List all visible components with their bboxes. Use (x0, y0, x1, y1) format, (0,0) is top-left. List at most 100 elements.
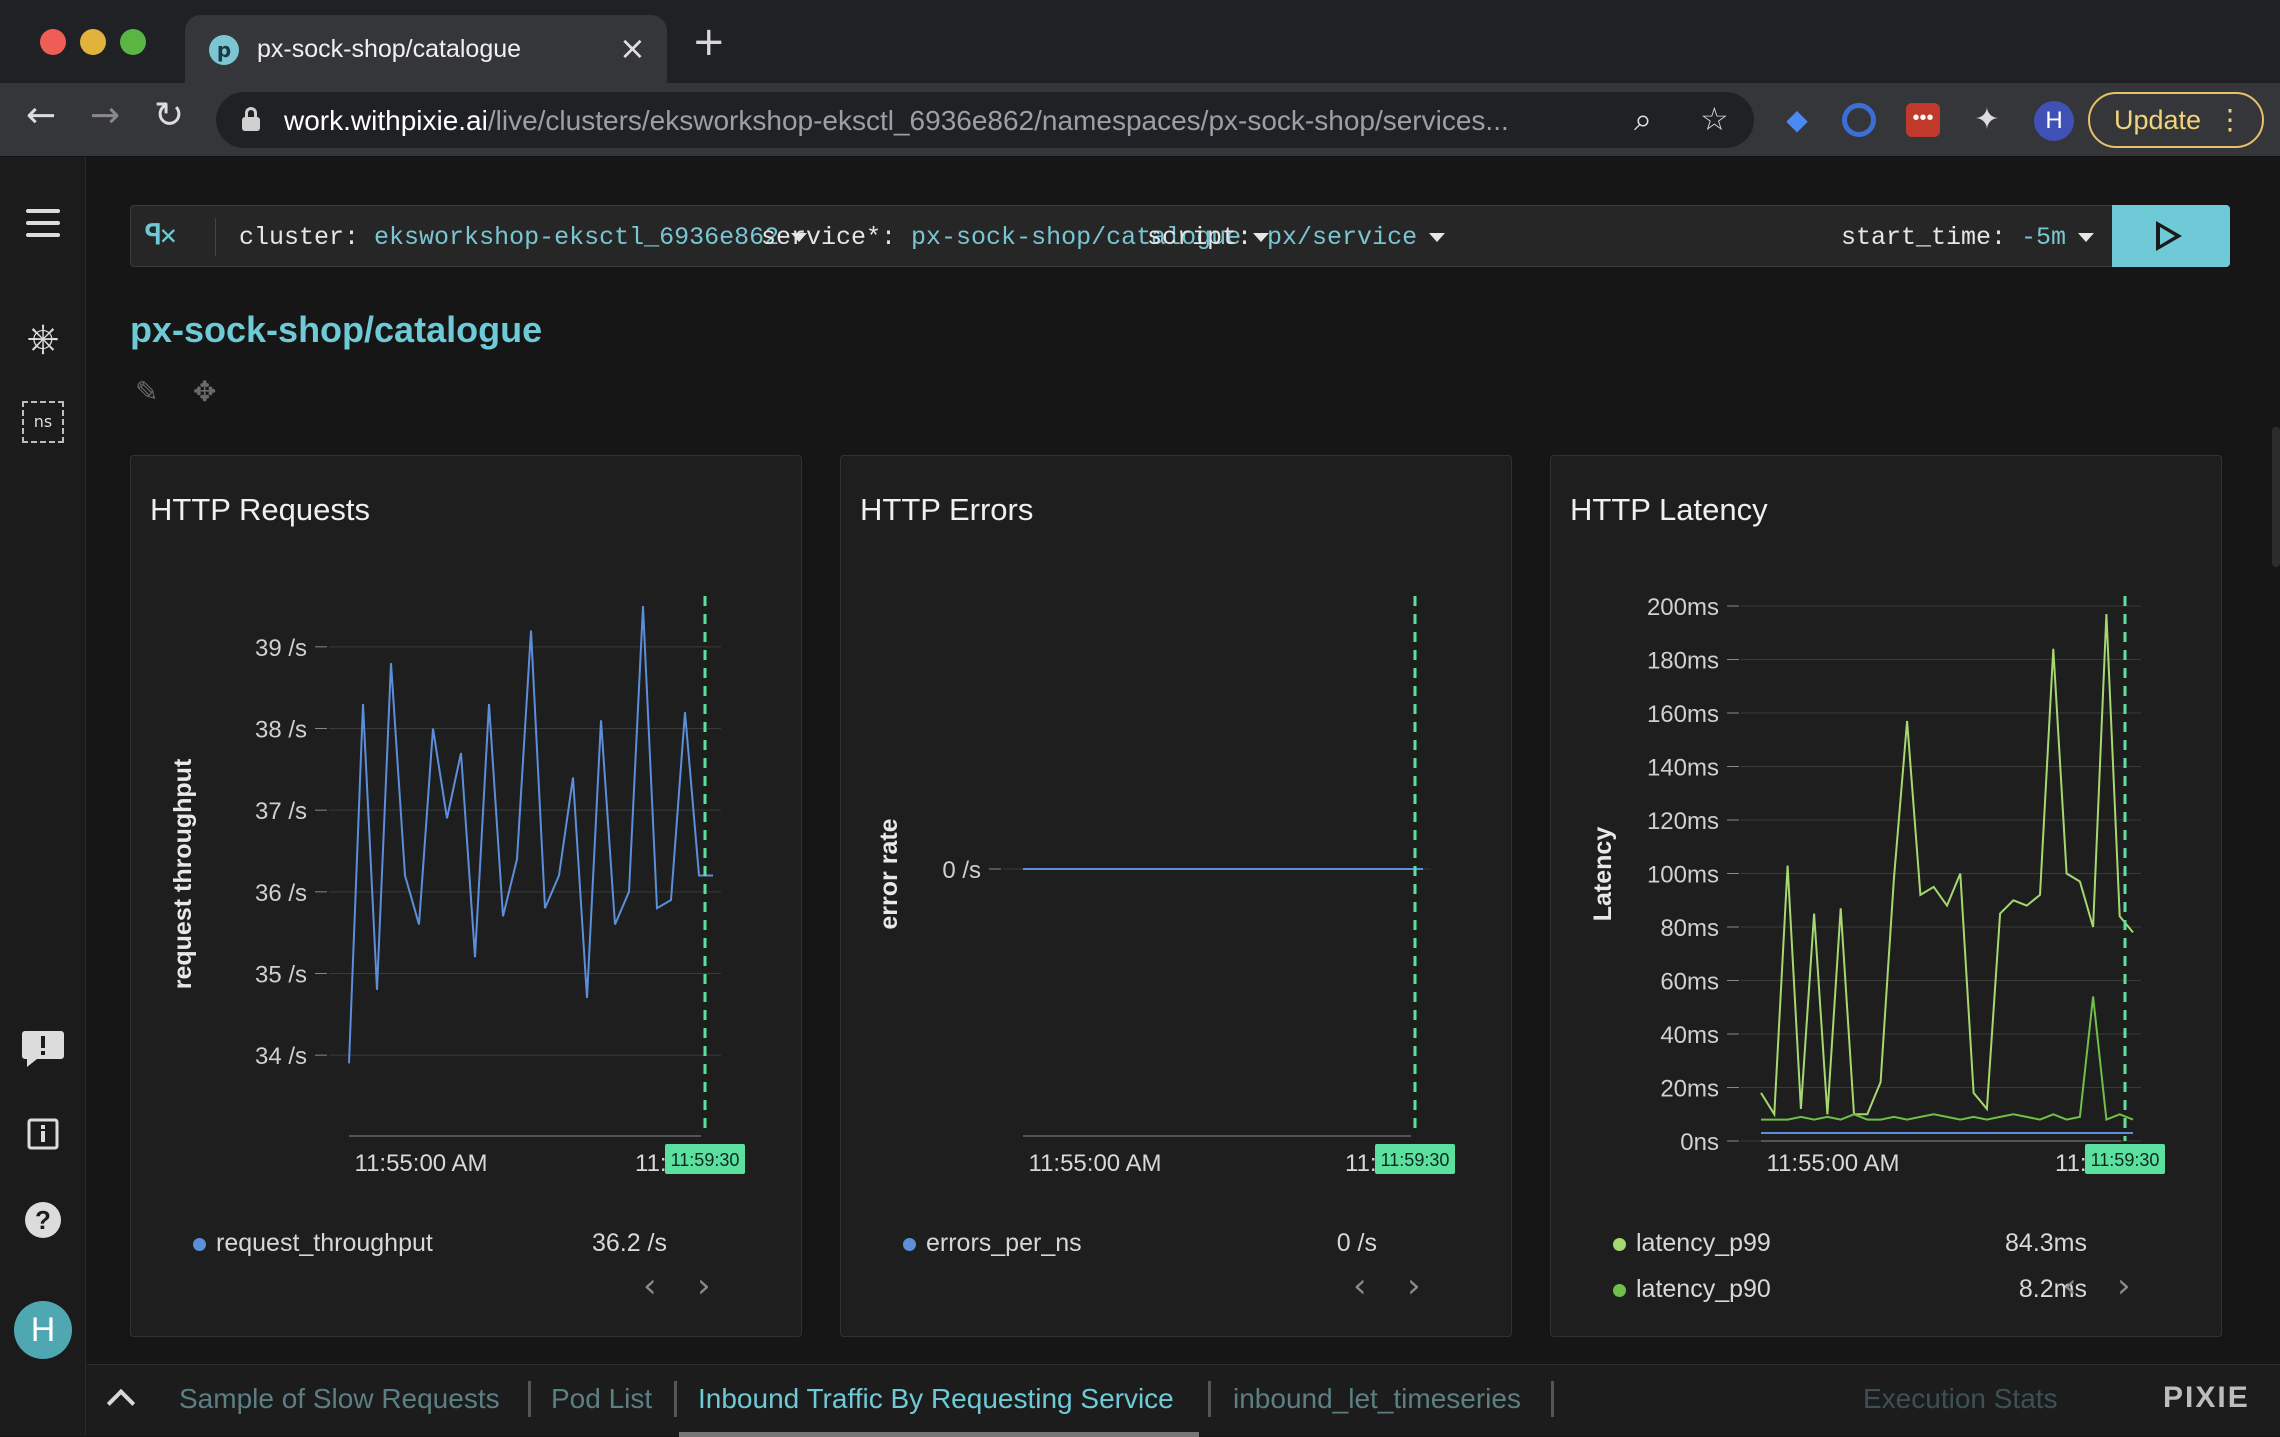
x-tick-label: 11:55:00 AM (355, 1150, 488, 1177)
page-title: px-sock-shop/catalogue (130, 309, 543, 350)
tab-close-icon[interactable]: × (619, 29, 646, 67)
address-bar[interactable]: work.withpixie.ai/live/clusters/eksworks… (216, 92, 1754, 148)
y-tick-label: 0ns (1680, 1129, 1719, 1156)
feedback-icon[interactable] (20, 1025, 66, 1071)
chevron-left-icon[interactable]: ‹ (643, 1266, 657, 1306)
zoom-magnifier-icon[interactable]: ⌕ (1634, 100, 1652, 139)
y-tick-label: 140ms (1647, 755, 1719, 782)
run-button[interactable] (2112, 205, 2230, 267)
x-tick-label: 11:55:00 AM (1029, 1150, 1162, 1177)
legend-dot (1613, 1237, 1626, 1251)
http-requests-chart[interactable]: 34 /s 35 /s 36 /s 37 /s 38 /s 39 /s request th… (131, 456, 803, 1256)
move-layout-icon[interactable]: ✥ (193, 375, 216, 408)
http-latency-card: 0ns 20ms 40ms 60ms 80ms 100ms 120ms 140ms 160ms 1… (1550, 455, 2222, 1337)
execution-stats-link[interactable]: Execution Stats (1863, 1383, 2058, 1415)
scrollbar[interactable] (2272, 427, 2280, 567)
svg-text:?: ? (35, 1205, 51, 1235)
browser-toolbar: ← → ↻ work.withpixie.ai/live/clusters/ek… (0, 83, 2280, 157)
y-tick-label: 160ms (1647, 701, 1719, 728)
chevron-left-icon[interactable]: ‹ (1353, 1266, 1367, 1306)
kubernetes-helm-icon[interactable]: ⎈ (20, 315, 66, 361)
url-text[interactable]: work.withpixie.ai/live/clusters/eksworks… (284, 105, 1509, 137)
browser-tab[interactable]: p px-sock-shop/catalogue × (185, 15, 667, 83)
http-latency-chart[interactable]: 0ns 20ms 40ms 60ms 80ms 100ms 120ms 140ms 160ms 1… (1551, 456, 2223, 1256)
y-tick-label: 39 /s (255, 635, 307, 662)
start-time-selector[interactable]: start_time: -5m (1841, 223, 2095, 252)
reload-icon[interactable]: ↻ (154, 93, 184, 140)
window-close-button[interactable] (40, 29, 66, 55)
update-button[interactable]: Update ⋮ (2088, 92, 2264, 148)
http-errors-chart[interactable]: 0 /serror rate11:55:00 AM11:59:11:59:30 (841, 456, 1513, 1256)
x-tick-label: 11:55:00 AM (1767, 1150, 1900, 1177)
forward-arrow-icon[interactable]: → (90, 93, 120, 140)
extensions-puzzle-icon[interactable]: ✦ (1970, 103, 2004, 137)
chevron-down-icon (2078, 232, 2095, 242)
http-errors-card: 0 /serror rate11:55:00 AM11:59:11:59:30 … (840, 455, 1512, 1337)
legend-item[interactable]: errors_per_ns (903, 1229, 1082, 1258)
profile-avatar[interactable]: H (2034, 101, 2074, 141)
divider (528, 1381, 531, 1417)
back-arrow-icon[interactable]: ← (26, 93, 56, 140)
divider (1551, 1381, 1554, 1417)
divider (215, 218, 216, 256)
y-tick-label: 35 /s (255, 962, 307, 989)
y-tick-label: 40ms (1660, 1022, 1719, 1049)
legend-value: 0 /s (1336, 1229, 1377, 1257)
help-icon[interactable]: ? (20, 1197, 66, 1243)
window-zoom-button[interactable] (120, 29, 146, 55)
hamburger-menu-icon[interactable] (20, 201, 66, 247)
edit-script-icon[interactable]: ✎ (135, 375, 158, 408)
y-tick-label: 34 /s (255, 1043, 307, 1070)
legend-item[interactable]: request_throughput (193, 1229, 433, 1258)
user-avatar[interactable]: H (14, 1301, 72, 1359)
y-tick-label: 120ms (1647, 808, 1719, 835)
kebab-menu-icon[interactable]: ⋮ (2216, 94, 2244, 146)
chevron-down-icon (1429, 232, 1446, 242)
legend-item[interactable]: latency_p90 (1613, 1275, 1771, 1304)
chevron-left-icon[interactable]: ‹ (2063, 1266, 2077, 1306)
y-tick-label: 20ms (1660, 1076, 1719, 1103)
divider (674, 1381, 677, 1417)
y-tick-label: 60ms (1660, 969, 1719, 996)
card-title: HTTP Latency (1570, 492, 1768, 527)
pixie-logo: PIXIE (2163, 1381, 2250, 1414)
pixie-logo-icon[interactable]: ꟼ✕ (145, 218, 177, 253)
active-tab-indicator (679, 1432, 1199, 1437)
bookmark-star-icon[interactable]: ☆ (1700, 100, 1729, 138)
divider (1208, 1381, 1211, 1417)
card-title: HTTP Errors (860, 492, 1034, 527)
tab-pod-list[interactable]: Pod List (551, 1383, 652, 1415)
y-tick-label: 37 /s (255, 798, 307, 825)
main-content: ꟼ✕ cluster: eksworkshop-eksctl_6936e862 … (87, 157, 2280, 1364)
browser-tab-bar: p px-sock-shop/catalogue × + (0, 0, 2280, 83)
info-icon[interactable] (20, 1111, 66, 1157)
legend-dot (1613, 1283, 1626, 1297)
extension-circle-icon[interactable] (1842, 103, 1876, 137)
chevron-right-icon[interactable]: › (2117, 1266, 2131, 1306)
chevron-up-icon[interactable] (106, 1388, 136, 1418)
chevron-right-icon[interactable]: › (697, 1266, 711, 1306)
query-bar: ꟼ✕ cluster: eksworkshop-eksctl_6936e862 … (130, 205, 2230, 267)
legend-item[interactable]: latency_p99 (1613, 1229, 1771, 1258)
extension-dots-icon[interactable]: ••• (1906, 103, 1940, 137)
cluster-selector[interactable]: cluster: eksworkshop-eksctl_6936e862 (239, 223, 808, 252)
chevron-right-icon[interactable]: › (1407, 1266, 1421, 1306)
bottom-data-drawer: Sample of Slow Requests Pod List Inbound… (87, 1364, 2280, 1437)
pixie-favicon-icon: p (209, 35, 239, 65)
window-minimize-button[interactable] (80, 29, 106, 55)
legend-value: 36.2 /s (591, 1229, 667, 1257)
tab-inbound-let-timeseries[interactable]: inbound_let_timeseries (1233, 1383, 1521, 1415)
lock-icon (242, 107, 260, 131)
new-tab-icon[interactable]: + (692, 22, 726, 62)
script-selector[interactable]: script: px/service (1147, 223, 1446, 252)
card-title: HTTP Requests (150, 492, 370, 527)
sidebar: ⎈ ns ? H (0, 157, 86, 1436)
tab-title: px-sock-shop/catalogue (257, 35, 522, 63)
tab-sample-of-slow-requests[interactable]: Sample of Slow Requests (179, 1383, 500, 1415)
legend-dot (903, 1237, 916, 1251)
tab-inbound-traffic[interactable]: Inbound Traffic By Requesting Service (698, 1383, 1174, 1415)
series-line-latency_p90 (1761, 996, 2134, 1122)
extension-gem-icon[interactable]: ◆ (1780, 103, 1814, 137)
namespace-icon[interactable]: ns (22, 401, 64, 443)
series-line-request_throughput (348, 605, 713, 1064)
